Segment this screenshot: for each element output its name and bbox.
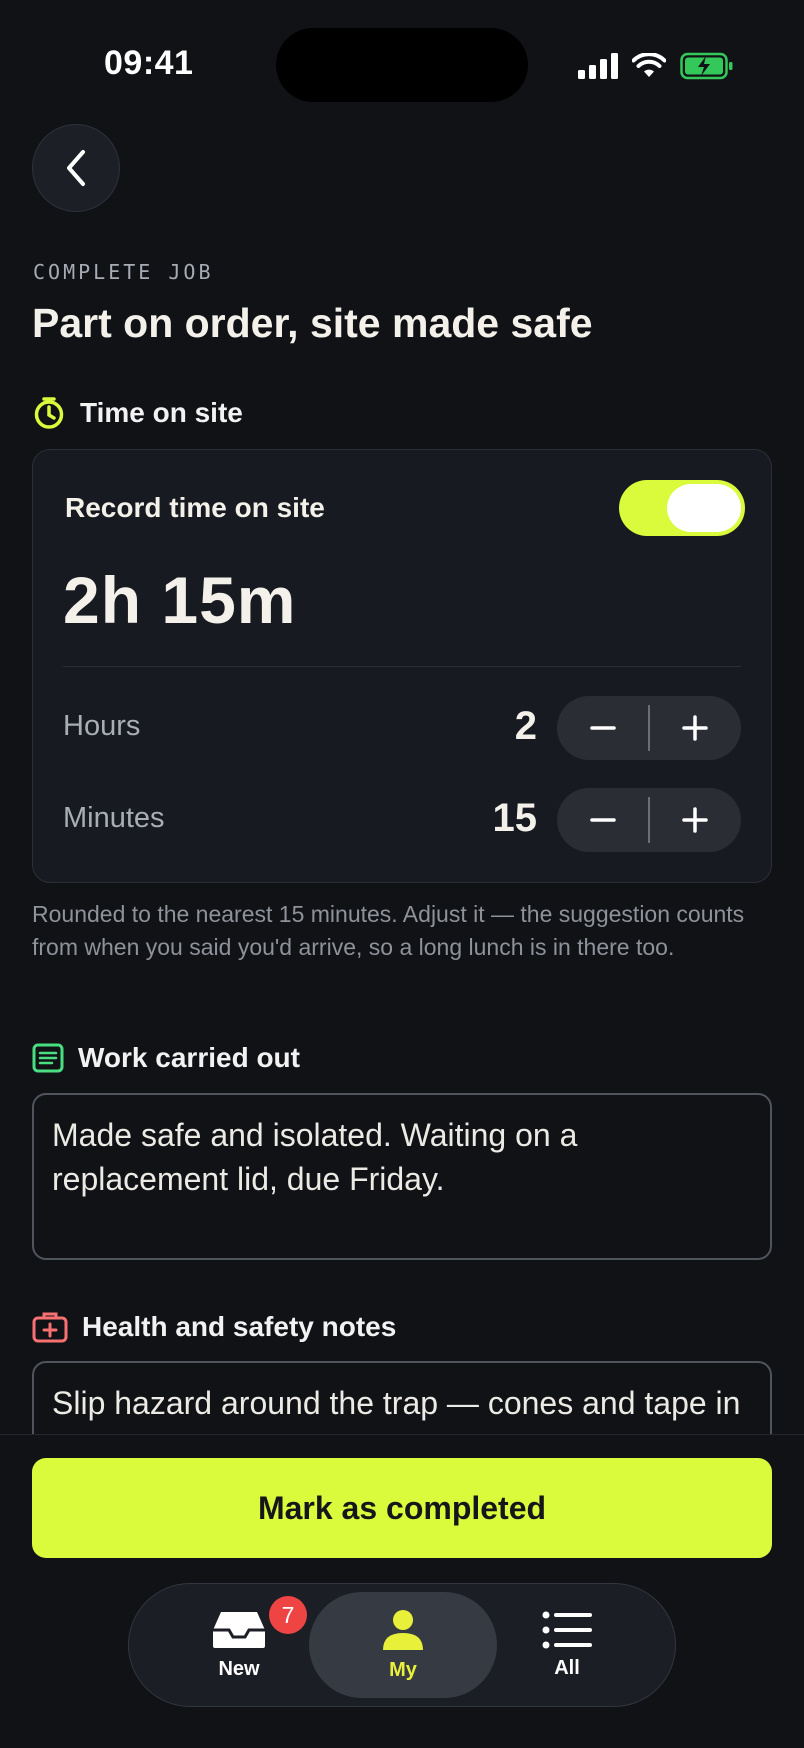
hours-decrement-button[interactable] <box>557 696 648 760</box>
notification-badge: 7 <box>269 1596 307 1634</box>
minus-icon <box>589 818 616 822</box>
minutes-increment-button[interactable] <box>650 788 741 852</box>
work-carried-out-header: Work carried out <box>32 1042 300 1074</box>
tab-new-label: New <box>218 1657 260 1680</box>
toggle-knob <box>667 484 741 532</box>
time-on-site-header: Time on site <box>32 396 243 430</box>
minutes-stepper <box>557 788 741 852</box>
time-helper-text: Rounded to the nearest 15 minutes. Adjus… <box>32 901 745 960</box>
status-bar: 09:41 <box>0 0 804 110</box>
hours-label: Hours <box>63 710 141 742</box>
mark-completed-button[interactable]: Mark as completed <box>32 1458 772 1558</box>
page-eyebrow: COMPLETE JOB <box>33 260 214 284</box>
record-time-toggle[interactable] <box>619 480 745 536</box>
minutes-decrement-button[interactable] <box>557 788 648 852</box>
plus-icon <box>682 807 709 833</box>
chevron-left-icon <box>67 150 85 186</box>
tab-all[interactable]: All <box>473 1592 661 1698</box>
health-safety-header: Health and safety notes <box>32 1311 396 1343</box>
person-icon <box>383 1609 423 1650</box>
work-carried-out-label: Work carried out <box>78 1042 300 1073</box>
minutes-value: 15 <box>492 796 538 840</box>
signal-icon <box>578 53 618 79</box>
inbox-icon <box>213 1611 265 1648</box>
hours-row: Hours 2 <box>63 696 741 760</box>
minutes-label: Minutes <box>63 802 165 834</box>
work-carried-out-field[interactable]: Made safe and isolated. Waiting on a rep… <box>32 1093 772 1260</box>
plus-icon <box>682 715 709 741</box>
list-icon <box>542 1611 592 1648</box>
minus-icon <box>589 726 616 730</box>
record-time-label: Record time on site <box>65 492 325 523</box>
battery-charging-icon <box>680 52 733 80</box>
first-aid-icon <box>32 1312 68 1343</box>
status-icons <box>578 50 734 82</box>
tab-my[interactable]: My <box>309 1592 497 1698</box>
wifi-icon <box>632 53 666 77</box>
back-button[interactable] <box>32 124 120 212</box>
hours-value: 2 <box>514 704 537 748</box>
timer-icon <box>34 397 64 429</box>
health-safety-label: Health and safety notes <box>82 1311 397 1342</box>
minutes-row: Minutes 15 <box>63 788 741 852</box>
divider <box>63 666 741 667</box>
page-title: Part on order, site made safe <box>32 300 593 346</box>
time-on-site-label: Time on site <box>80 397 243 428</box>
tab-all-label: All <box>554 1656 580 1679</box>
hours-stepper <box>557 696 741 760</box>
tab-new[interactable]: New 7 <box>145 1592 333 1698</box>
total-time: 2h 15m <box>63 563 297 637</box>
tab-my-label: My <box>389 1658 417 1681</box>
status-time: 09:41 <box>104 44 194 82</box>
notes-icon <box>32 1043 64 1073</box>
time-card: Record time on site 2h 15m Hours 2 Minut… <box>32 449 772 883</box>
tab-bar: New 7 My All <box>128 1583 676 1707</box>
dynamic-island <box>276 28 528 102</box>
hours-increment-button[interactable] <box>650 696 741 760</box>
